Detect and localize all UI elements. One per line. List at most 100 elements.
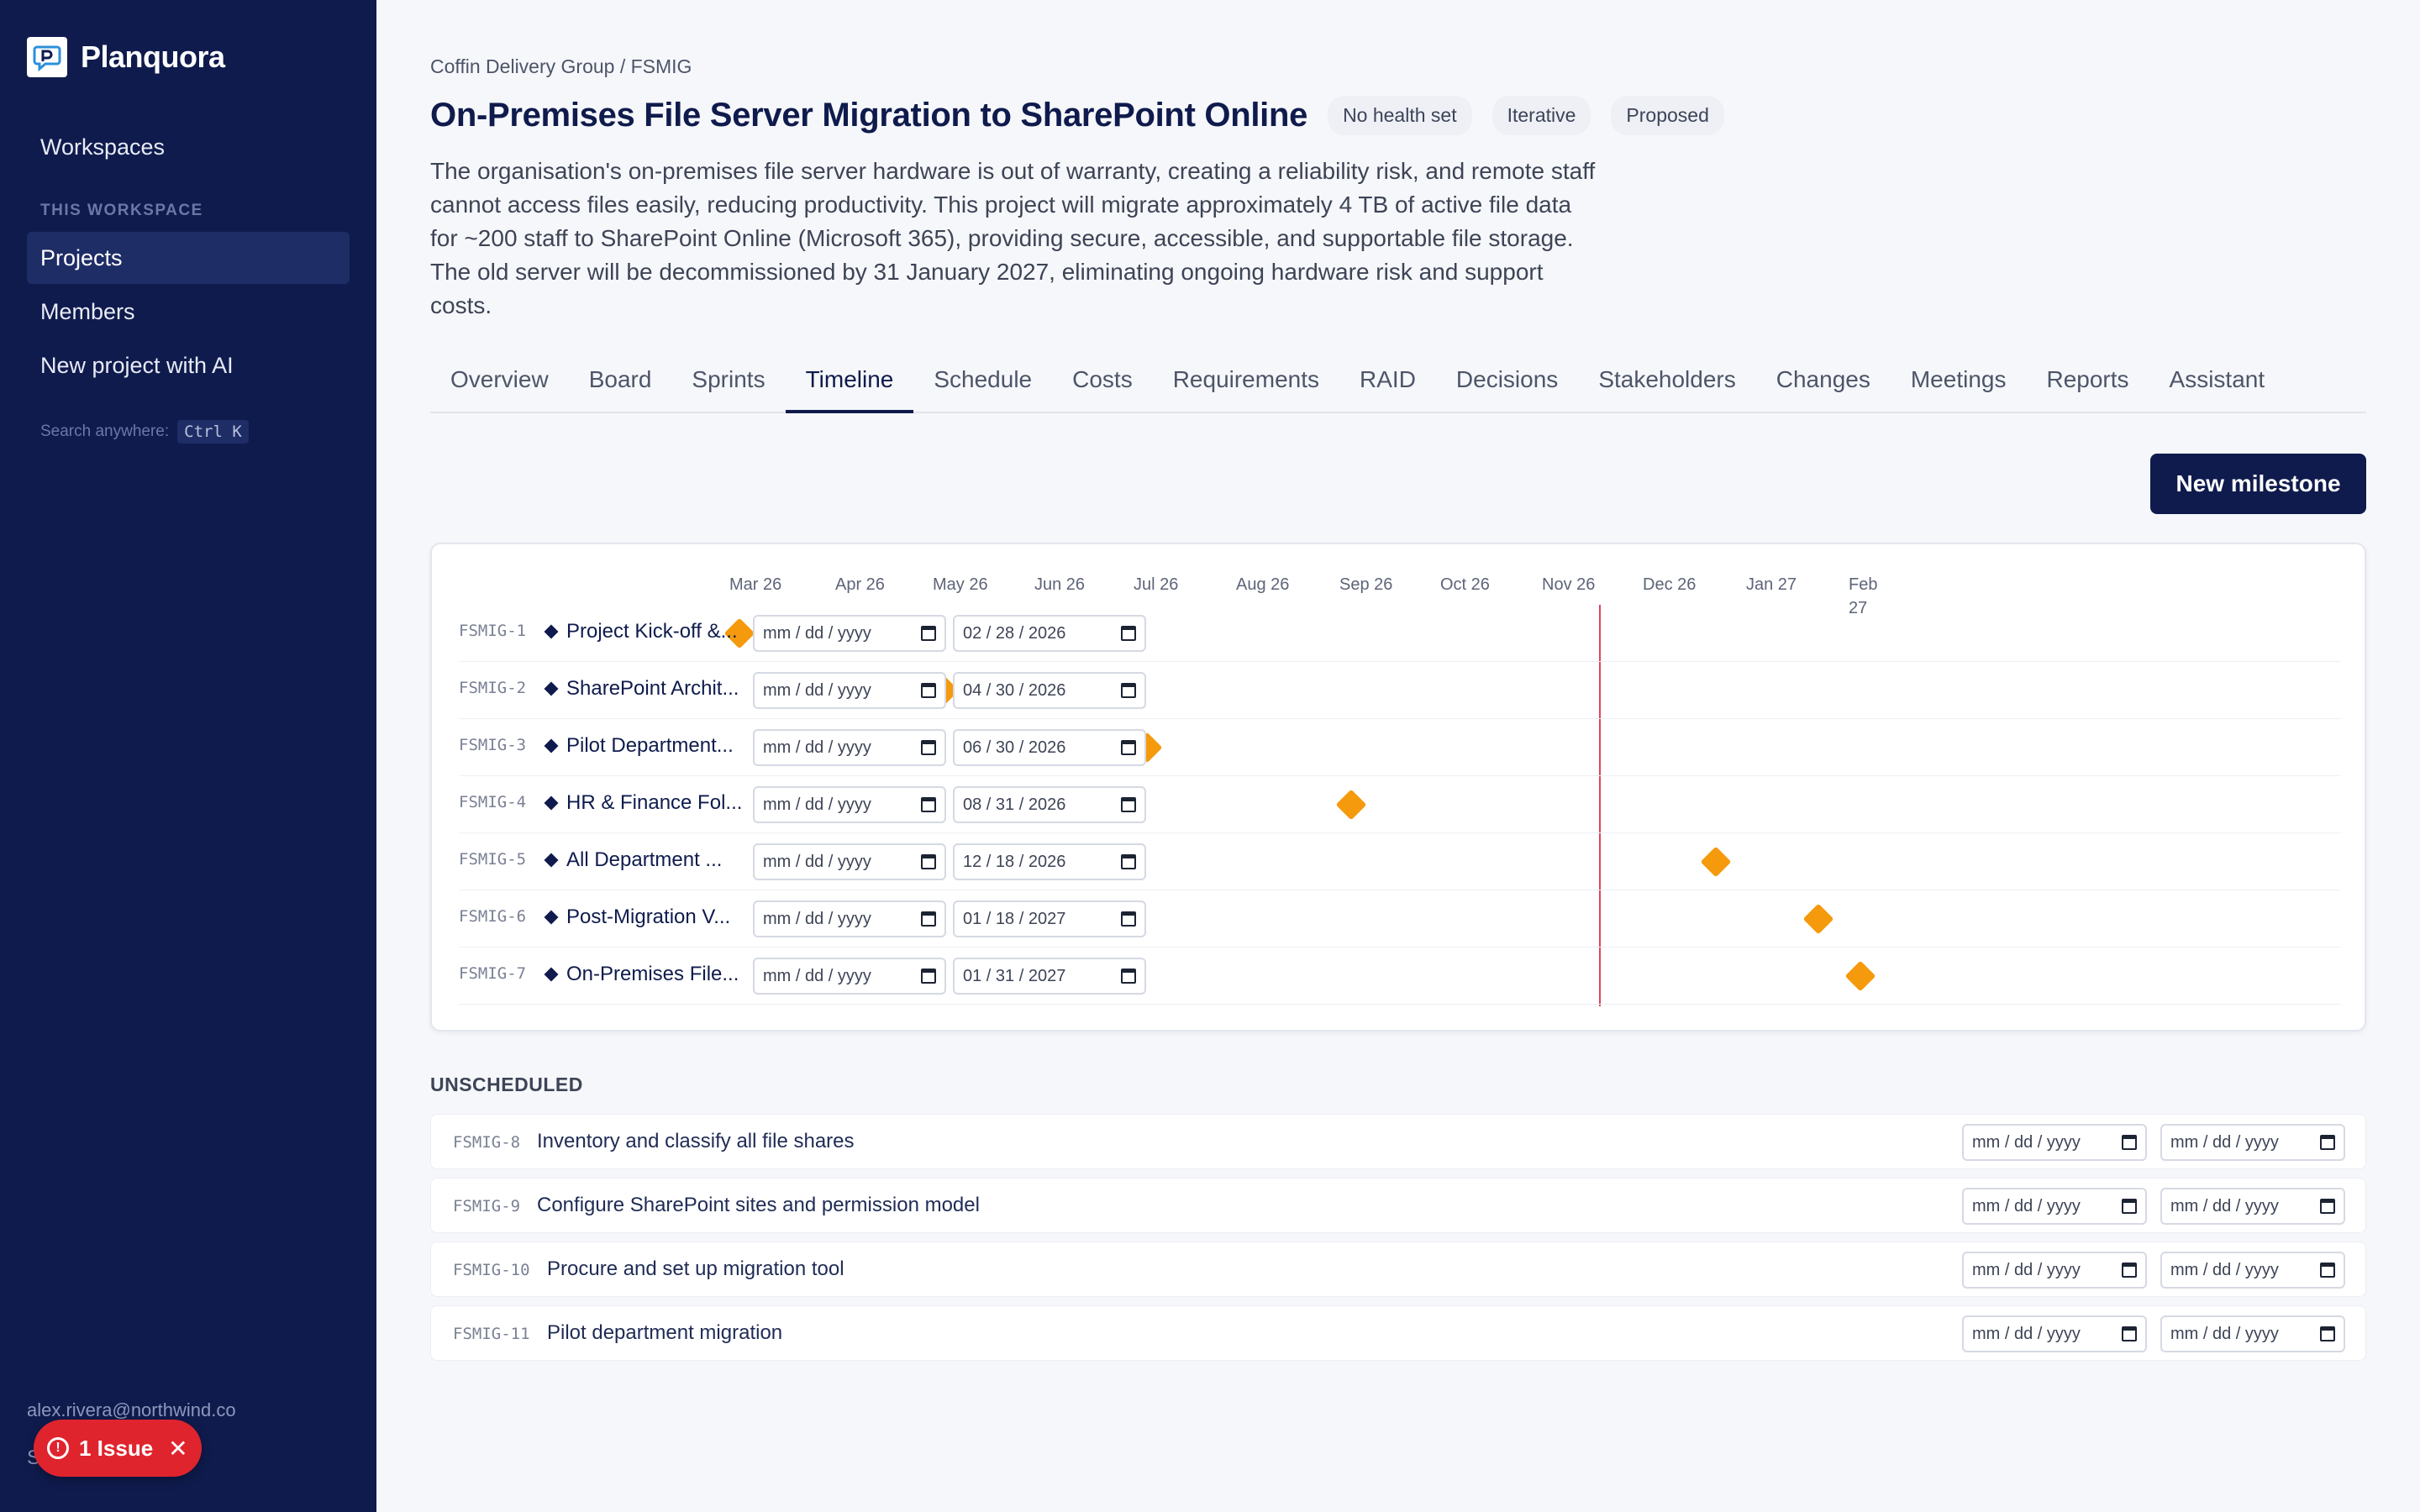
calendar-icon[interactable] bbox=[2122, 1263, 2137, 1278]
milestone-key[interactable]: FSMIG-11 bbox=[453, 1325, 530, 1343]
start-date-input[interactable]: mm / dd / yyyy bbox=[1962, 1124, 2147, 1161]
tab-reports[interactable]: Reports bbox=[2026, 361, 2149, 413]
calendar-icon[interactable] bbox=[2122, 1199, 2137, 1214]
milestone-name[interactable]: Procure and set up migration tool bbox=[547, 1257, 844, 1281]
milestone-key[interactable]: FSMIG-10 bbox=[453, 1261, 530, 1279]
milestone-name[interactable]: On-Premises File... bbox=[566, 963, 748, 986]
calendar-icon[interactable] bbox=[1121, 683, 1136, 698]
start-date-input[interactable]: mm / dd / yyyy bbox=[753, 729, 946, 766]
calendar-icon[interactable] bbox=[1121, 626, 1136, 641]
tab-assistant[interactable]: Assistant bbox=[2149, 361, 2286, 413]
calendar-icon[interactable] bbox=[2122, 1135, 2137, 1150]
tab-raid[interactable]: RAID bbox=[1339, 361, 1436, 413]
calendar-icon[interactable] bbox=[921, 911, 936, 927]
calendar-icon[interactable] bbox=[2122, 1326, 2137, 1341]
milestone-name[interactable]: SharePoint Archit... bbox=[566, 677, 748, 701]
sidebar-item-projects[interactable]: Projects bbox=[27, 232, 350, 284]
due-date-input[interactable]: 08 / 31 / 2026 bbox=[953, 786, 1146, 823]
calendar-icon[interactable] bbox=[921, 854, 936, 869]
calendar-icon[interactable] bbox=[921, 740, 936, 755]
due-date-input[interactable]: 01 / 31 / 2027 bbox=[953, 958, 1146, 995]
due-date-input[interactable]: mm / dd / yyyy bbox=[2160, 1124, 2345, 1161]
user-email[interactable]: alex.rivera@northwind.co bbox=[27, 1399, 236, 1421]
milestone-key[interactable]: FSMIG-7 bbox=[459, 964, 526, 983]
milestone-key[interactable]: FSMIG-5 bbox=[459, 850, 526, 869]
unscheduled-row[interactable]: FSMIG-11 Pilot department migration mm / d… bbox=[430, 1305, 2366, 1361]
calendar-icon[interactable] bbox=[1121, 911, 1136, 927]
breadcrumb[interactable]: Coffin Delivery Group / FSMIG bbox=[430, 55, 692, 78]
sidebar-item-new-project-ai[interactable]: New project with AI bbox=[27, 339, 350, 391]
calendar-icon[interactable] bbox=[921, 683, 936, 698]
calendar-icon[interactable] bbox=[1121, 969, 1136, 984]
unscheduled-row[interactable]: FSMIG-10 Procure and set up migration too… bbox=[430, 1242, 2366, 1297]
search-hint[interactable]: Search anywhere: Ctrl K bbox=[40, 420, 249, 444]
status-badge[interactable]: Proposed bbox=[1611, 96, 1724, 135]
milestone-key[interactable]: FSMIG-6 bbox=[459, 907, 526, 926]
milestone-name[interactable]: HR & Finance Fol... bbox=[566, 791, 748, 815]
tab-meetings[interactable]: Meetings bbox=[1891, 361, 2027, 413]
tab-costs[interactable]: Costs bbox=[1052, 361, 1153, 413]
tab-changes[interactable]: Changes bbox=[1756, 361, 1891, 413]
milestone-key[interactable]: FSMIG-4 bbox=[459, 793, 526, 811]
start-date-input[interactable]: mm / dd / yyyy bbox=[753, 843, 946, 880]
tab-requirements[interactable]: Requirements bbox=[1153, 361, 1339, 413]
due-date-input[interactable]: 12 / 18 / 2026 bbox=[953, 843, 1146, 880]
issue-indicator[interactable]: ! 1 Issue ✕ bbox=[34, 1420, 202, 1477]
calendar-icon[interactable] bbox=[2320, 1135, 2335, 1150]
milestone-name[interactable]: Inventory and classify all file shares bbox=[537, 1130, 855, 1153]
milestone-name[interactable]: All Department ... bbox=[566, 848, 748, 872]
due-date-input[interactable]: 04 / 30 / 2026 bbox=[953, 672, 1146, 709]
timeline-row[interactable]: FSMIG-2 SharePoint Archit... mm / dd / yyy… bbox=[459, 662, 2341, 719]
calendar-icon[interactable] bbox=[1121, 797, 1136, 812]
start-date-input[interactable]: mm / dd / yyyy bbox=[1962, 1252, 2147, 1289]
calendar-icon[interactable] bbox=[2320, 1199, 2335, 1214]
calendar-icon[interactable] bbox=[921, 626, 936, 641]
calendar-icon[interactable] bbox=[1121, 740, 1136, 755]
timeline-row[interactable]: FSMIG-6 Post-Migration V... mm / dd / yyyy… bbox=[459, 890, 2341, 948]
calendar-icon[interactable] bbox=[1121, 854, 1136, 869]
sidebar-item-members[interactable]: Members bbox=[27, 286, 350, 338]
milestone-name[interactable]: Pilot department migration bbox=[547, 1321, 782, 1345]
milestone-name[interactable]: Post-Migration V... bbox=[566, 906, 748, 929]
tab-schedule[interactable]: Schedule bbox=[913, 361, 1052, 413]
tab-decisions[interactable]: Decisions bbox=[1436, 361, 1578, 413]
timeline-row[interactable]: FSMIG-3 Pilot Department... mm / dd / yyyy… bbox=[459, 719, 2341, 776]
due-date-input[interactable]: 06 / 30 / 2026 bbox=[953, 729, 1146, 766]
milestone-name[interactable]: Project Kick-off &... bbox=[566, 620, 748, 643]
start-date-input[interactable]: mm / dd / yyyy bbox=[1962, 1188, 2147, 1225]
start-date-input[interactable]: mm / dd / yyyy bbox=[1962, 1315, 2147, 1352]
timeline-row[interactable]: FSMIG-5 All Department ... mm / dd / yyyy 1… bbox=[459, 833, 2341, 890]
start-date-input[interactable]: mm / dd / yyyy bbox=[753, 900, 946, 937]
start-date-input[interactable]: mm / dd / yyyy bbox=[753, 615, 946, 652]
tab-stakeholders[interactable]: Stakeholders bbox=[1578, 361, 1755, 413]
calendar-icon[interactable] bbox=[2320, 1326, 2335, 1341]
milestone-key[interactable]: FSMIG-9 bbox=[453, 1197, 520, 1215]
calendar-icon[interactable] bbox=[2320, 1263, 2335, 1278]
tab-overview[interactable]: Overview bbox=[430, 361, 569, 413]
timeline-row[interactable]: FSMIG-7 On-Premises File... mm / dd / yyyy… bbox=[459, 948, 2341, 1005]
start-date-input[interactable]: mm / dd / yyyy bbox=[753, 786, 946, 823]
new-milestone-button[interactable]: New milestone bbox=[2150, 454, 2366, 514]
unscheduled-row[interactable]: FSMIG-9 Configure SharePoint sites and pe… bbox=[430, 1178, 2366, 1233]
tab-timeline[interactable]: Timeline bbox=[785, 361, 914, 413]
milestone-key[interactable]: FSMIG-1 bbox=[459, 622, 526, 640]
tab-board[interactable]: Board bbox=[569, 361, 672, 413]
timeline-row[interactable]: FSMIG-4 HR & Finance Fol... mm / dd / yyyy… bbox=[459, 776, 2341, 833]
timeline-row[interactable]: FSMIG-1 Project Kick-off &... mm / dd / yy… bbox=[459, 605, 2341, 662]
unscheduled-row[interactable]: FSMIG-8 Inventory and classify all file s… bbox=[430, 1114, 2366, 1169]
due-date-input[interactable]: mm / dd / yyyy bbox=[2160, 1188, 2345, 1225]
tab-sprints[interactable]: Sprints bbox=[671, 361, 785, 413]
sidebar-item-workspaces[interactable]: Workspaces bbox=[27, 121, 350, 173]
milestone-key[interactable]: FSMIG-2 bbox=[459, 679, 526, 697]
calendar-icon[interactable] bbox=[921, 797, 936, 812]
start-date-input[interactable]: mm / dd / yyyy bbox=[753, 672, 946, 709]
due-date-input[interactable]: 01 / 18 / 2027 bbox=[953, 900, 1146, 937]
due-date-input[interactable]: mm / dd / yyyy bbox=[2160, 1315, 2345, 1352]
milestone-key[interactable]: FSMIG-8 bbox=[453, 1133, 520, 1152]
methodology-badge[interactable]: Iterative bbox=[1491, 96, 1591, 135]
milestone-name[interactable]: Pilot Department... bbox=[566, 734, 748, 758]
due-date-input[interactable]: mm / dd / yyyy bbox=[2160, 1252, 2345, 1289]
health-badge[interactable]: No health set bbox=[1328, 96, 1472, 135]
milestone-key[interactable]: FSMIG-3 bbox=[459, 736, 526, 754]
milestone-name[interactable]: Configure SharePoint sites and permissio… bbox=[537, 1194, 980, 1217]
